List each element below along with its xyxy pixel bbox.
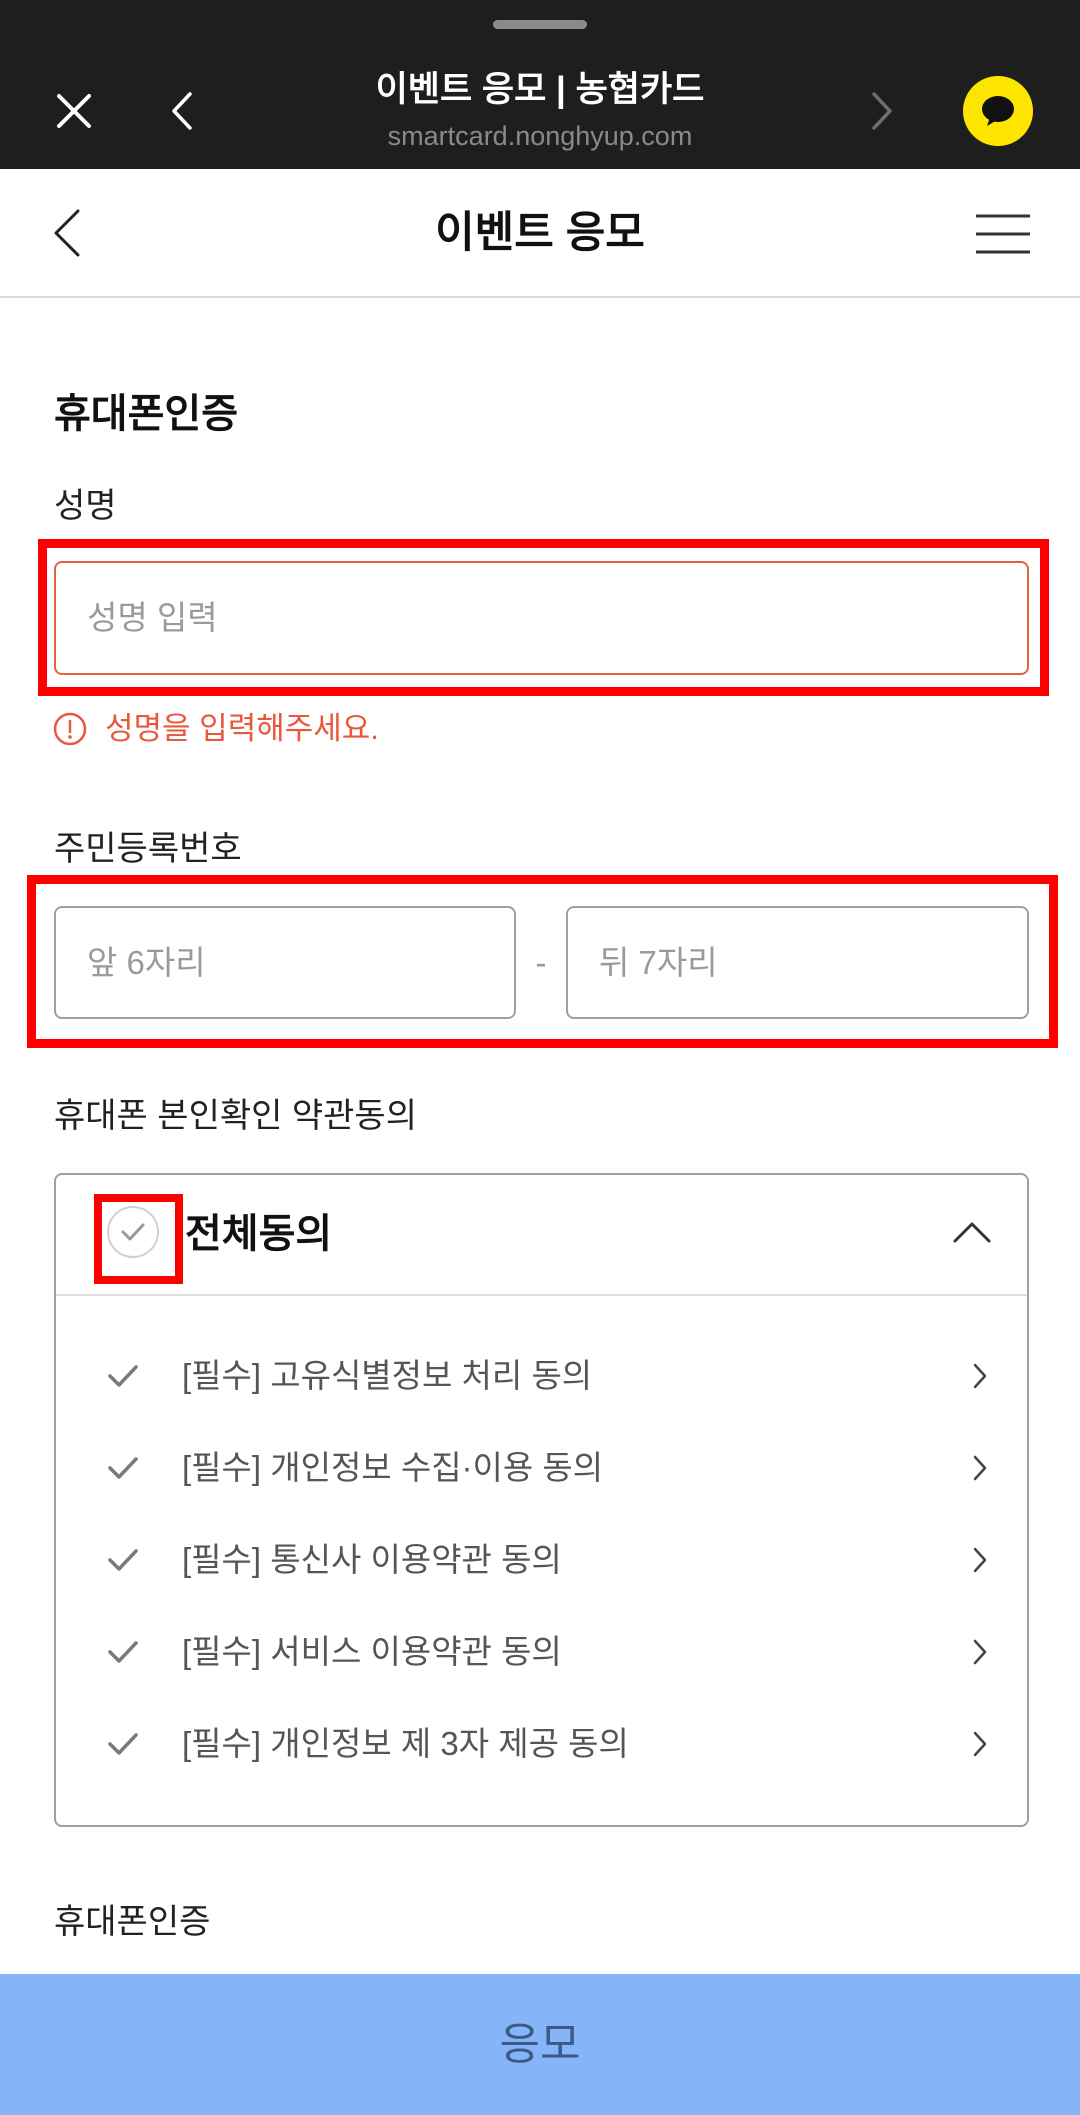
check-icon[interactable] — [108, 1456, 138, 1480]
check-icon[interactable] — [108, 1732, 138, 1756]
terms-item[interactable]: [필수] 통신사 이용약관 동의 — [56, 1514, 1027, 1606]
chevron-right-icon[interactable] — [973, 1455, 987, 1481]
terms-item[interactable]: [필수] 서비스 이용약관 동의 — [56, 1606, 1027, 1698]
chevron-up-icon[interactable] — [953, 1221, 991, 1243]
terms-label: 휴대폰 본인확인 약관동의 — [54, 1097, 417, 1135]
name-input[interactable] — [54, 561, 1029, 675]
chevron-right-icon[interactable] — [973, 1547, 987, 1573]
chevron-right-icon[interactable] — [973, 1639, 987, 1665]
check-icon[interactable] — [108, 1640, 138, 1664]
terms-item[interactable]: [필수] 개인정보 수집·이용 동의 — [56, 1422, 1027, 1514]
close-icon[interactable] — [56, 93, 92, 129]
check-icon[interactable] — [108, 1364, 138, 1388]
rrn-separator: - — [535, 944, 547, 981]
browser-url: smartcard.nonghyup.com — [387, 121, 693, 151]
rrn-label: 주민등록번호 — [54, 830, 242, 868]
terms-item[interactable]: [필수] 고유식별정보 처리 동의 — [56, 1330, 1027, 1422]
back-icon[interactable] — [170, 91, 194, 131]
alert-circle-icon — [53, 712, 87, 746]
rrn-back-input[interactable] — [566, 906, 1029, 1019]
terms-item-label: [필수] 통신사 이용약관 동의 — [182, 1541, 562, 1578]
page-title: 이벤트 응모 — [435, 209, 645, 257]
chevron-right-icon[interactable] — [973, 1731, 987, 1757]
drag-handle[interactable] — [493, 20, 587, 29]
hamburger-menu-icon[interactable] — [976, 214, 1030, 254]
terms-item[interactable]: [필수] 개인정보 제 3자 제공 동의 — [56, 1698, 1027, 1790]
check-icon[interactable] — [108, 1548, 138, 1572]
agree-all-row[interactable]: 전체동의 — [56, 1175, 1027, 1296]
section-heading: 휴대폰인증 — [54, 392, 238, 436]
kakaotalk-icon — [982, 96, 1014, 126]
terms-item-label: [필수] 개인정보 제 3자 제공 동의 — [182, 1725, 629, 1762]
chevron-right-icon[interactable] — [973, 1363, 987, 1389]
forward-icon[interactable] — [870, 91, 894, 131]
terms-list: [필수] 고유식별정보 처리 동의 [필수] 개인정보 수집·이용 동의 [필수… — [56, 1330, 1027, 1790]
terms-item-label: [필수] 개인정보 수집·이용 동의 — [182, 1449, 604, 1486]
terms-item-label: [필수] 서비스 이용약관 동의 — [182, 1633, 562, 1670]
browser-title: 이벤트 응모 | 농협카드 — [375, 70, 705, 109]
check-circle-icon[interactable] — [106, 1205, 160, 1259]
next-section-label: 휴대폰인증 — [54, 1903, 211, 1941]
page-header: 이벤트 응모 — [0, 169, 1080, 298]
name-label: 성명 — [54, 487, 117, 525]
name-error-message: 성명을 입력해주세요. — [105, 711, 379, 746]
agree-all-label: 전체동의 — [185, 1212, 333, 1256]
browser-bar: 이벤트 응모 | 농협카드 smartcard.nonghyup.com — [0, 0, 1080, 169]
terms-item-label: [필수] 고유식별정보 처리 동의 — [182, 1357, 593, 1394]
submit-button[interactable]: 응모 — [0, 1974, 1080, 2115]
rrn-front-input[interactable] — [54, 906, 516, 1019]
kakaotalk-button[interactable] — [963, 76, 1033, 146]
terms-box: 전체동의 [필수] 고유식별정보 처리 동의 [필수] 개인정보 수집·이용 동… — [54, 1173, 1029, 1827]
